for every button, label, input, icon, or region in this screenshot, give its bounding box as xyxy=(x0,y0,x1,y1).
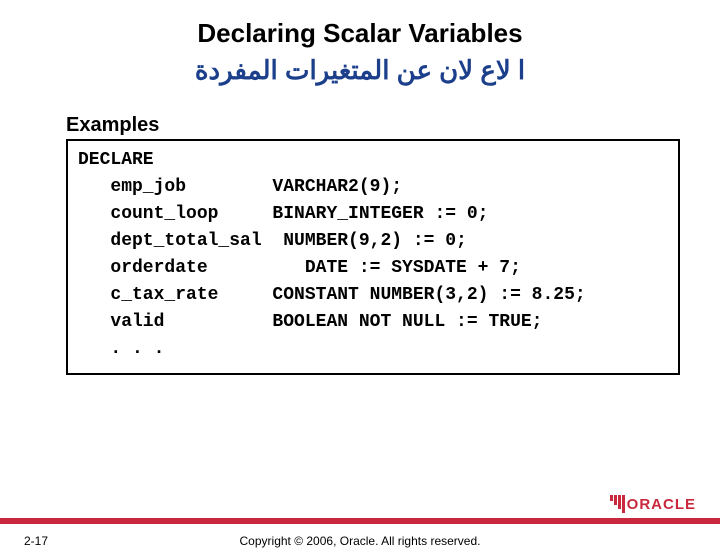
logo-text: ORACLE xyxy=(627,496,696,513)
code-example-box: DECLARE emp_job VARCHAR2(9); count_loop … xyxy=(66,139,680,375)
logo-bars-icon xyxy=(610,495,625,513)
oracle-logo: ORACLE xyxy=(610,494,696,514)
slide-title: Declaring Scalar Variables xyxy=(0,18,720,49)
footer-divider xyxy=(0,518,720,524)
slide-subtitle-arabic: ا لاع لان عن المتغيرات المفردة xyxy=(0,55,720,86)
copyright-text: Copyright © 2006, Oracle. All rights res… xyxy=(0,534,720,548)
examples-heading: Examples xyxy=(66,114,720,137)
